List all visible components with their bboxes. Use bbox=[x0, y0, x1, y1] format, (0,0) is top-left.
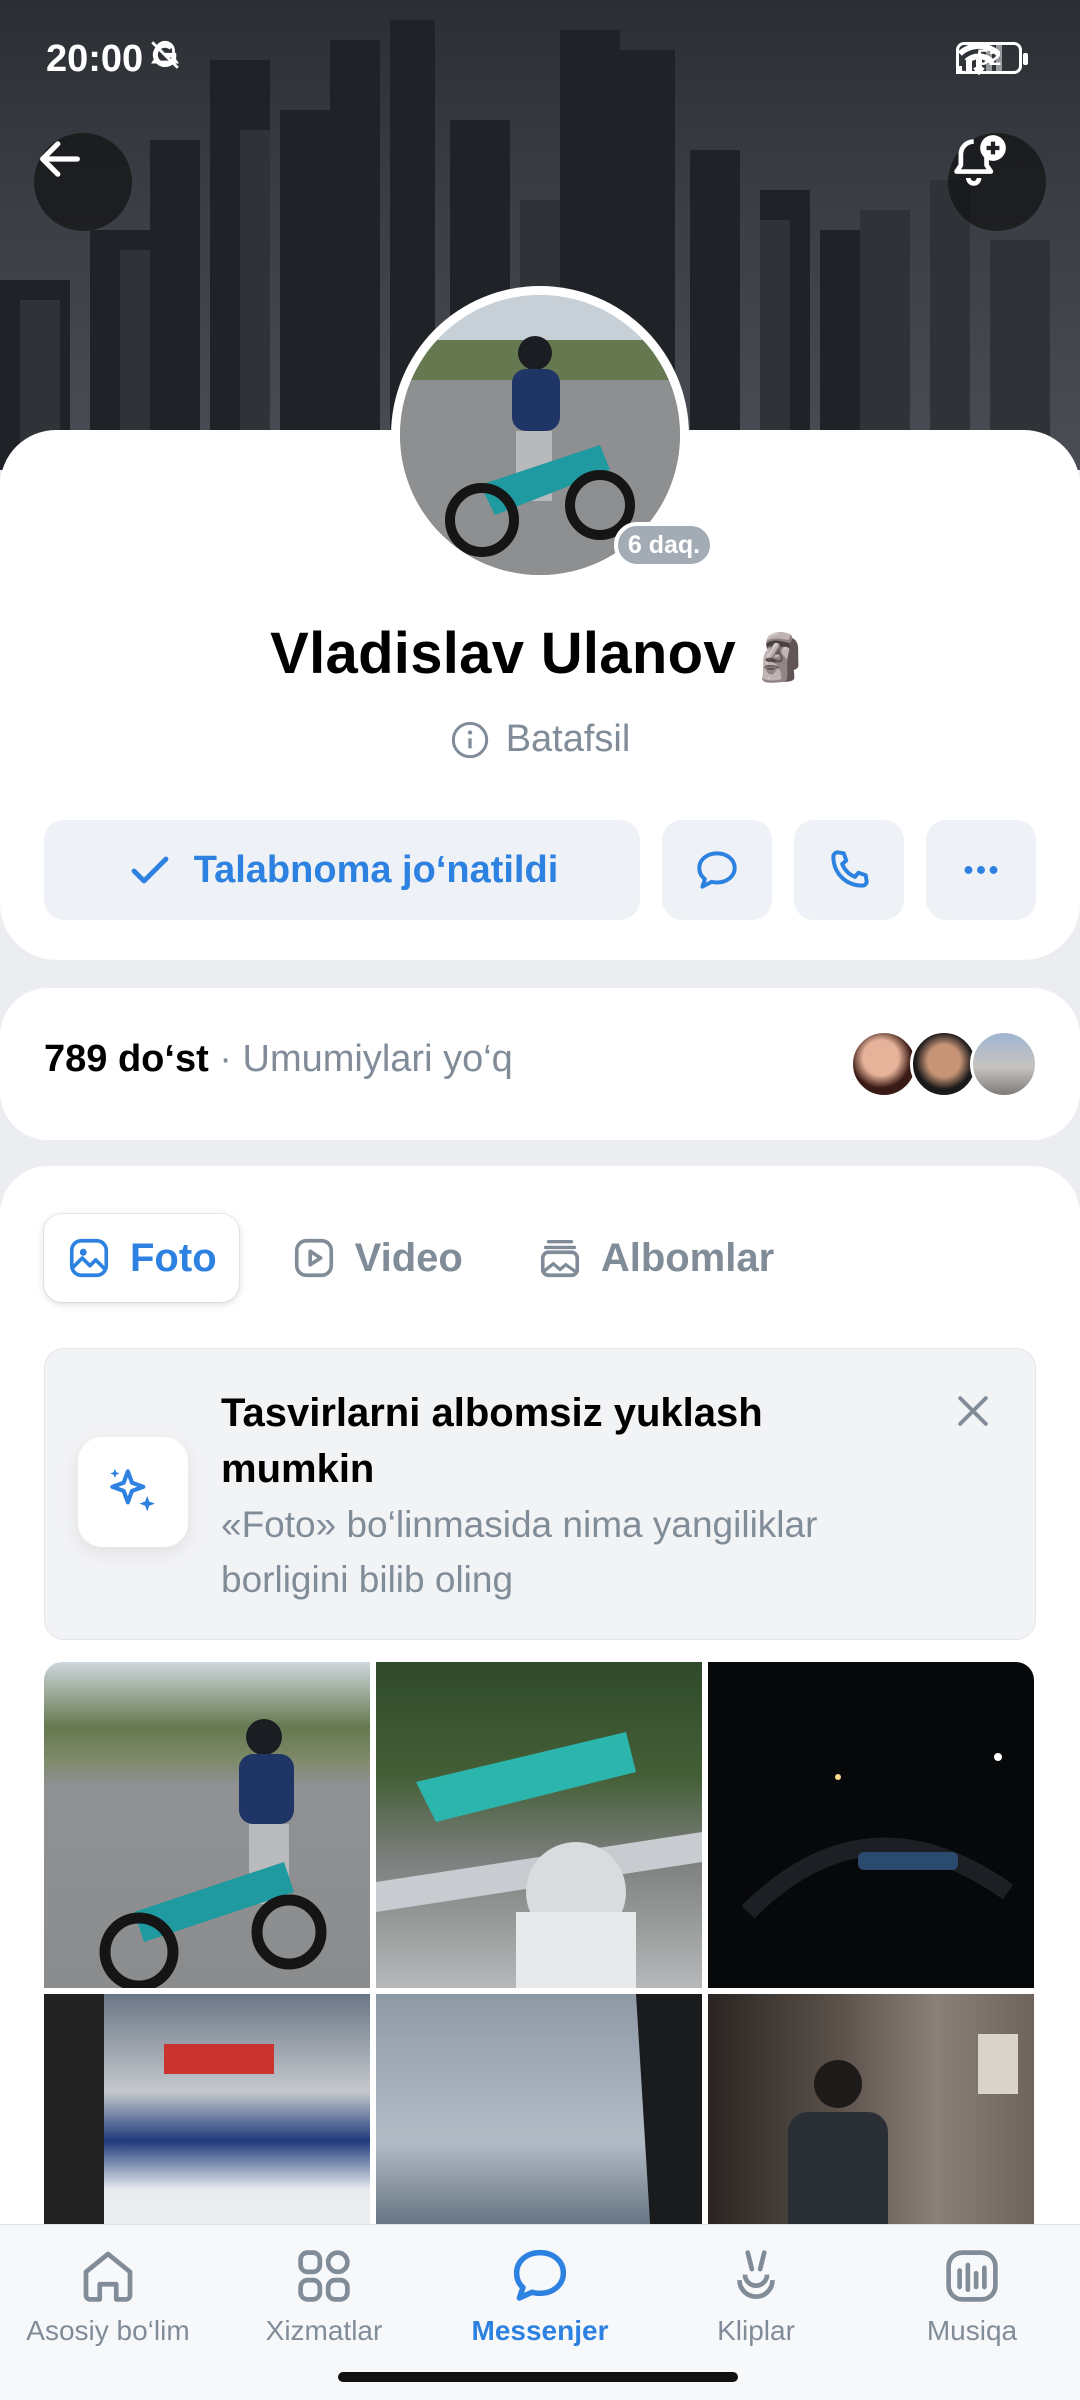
nav-music-label: Musiqa bbox=[926, 2315, 1018, 2346]
photo-thumbnail[interactable] bbox=[708, 1662, 1034, 1988]
battery-indicator: 52 bbox=[956, 42, 1028, 74]
more-icon bbox=[964, 866, 998, 874]
arrow-left-icon bbox=[40, 141, 80, 177]
nav-services[interactable]: Xizmatlar bbox=[216, 2243, 432, 2347]
status-time: 20:00 bbox=[46, 38, 144, 80]
clips-icon bbox=[737, 2250, 775, 2299]
night-car-photo bbox=[741, 1753, 1014, 1919]
google-icon bbox=[152, 42, 177, 68]
profile-name-emoji: 🗿 bbox=[752, 631, 810, 683]
status-bar: 20:00 52 bbox=[0, 0, 1080, 120]
promo-close-button[interactable] bbox=[951, 1389, 995, 1438]
photo-icon bbox=[69, 1238, 109, 1278]
call-button[interactable] bbox=[794, 820, 904, 920]
nav-messenger-label: Messenjer bbox=[471, 2315, 609, 2346]
friend-avatar bbox=[850, 1030, 918, 1098]
phone-icon bbox=[831, 850, 869, 888]
mutual-friends-label: Umumiylari yo‘q bbox=[242, 1038, 513, 1080]
sparkles-icon bbox=[110, 1468, 155, 1512]
tab-photo-label: Foto bbox=[130, 1235, 217, 1280]
media-card: Foto Video Albomlar Tasvirlarni albomsiz… bbox=[0, 1166, 1080, 2400]
motorbike-photo bbox=[99, 1719, 327, 1988]
services-icon bbox=[298, 2250, 350, 2302]
message-icon bbox=[697, 851, 737, 889]
friends-summary: 789 do‘st · Umumiylari yo‘q bbox=[44, 1038, 513, 1081]
profile-actions: Talabnoma jo‘natildi bbox=[44, 820, 1036, 920]
video-icon bbox=[294, 1238, 333, 1278]
info-icon bbox=[451, 721, 488, 758]
promo-title: Tasvirlarni albomsiz yuklash mumkin bbox=[221, 1391, 763, 1491]
nav-music[interactable]: Musiqa bbox=[864, 2243, 1080, 2347]
nav-clips[interactable]: Kliplar bbox=[648, 2243, 864, 2347]
profile-name: Vladislav Ulanov 🗿 bbox=[0, 620, 1080, 687]
back-button[interactable] bbox=[34, 133, 132, 231]
friend-avatars bbox=[850, 1030, 1038, 1098]
albums-icon bbox=[540, 1239, 579, 1278]
close-icon bbox=[958, 1396, 988, 1426]
friends-card[interactable]: 789 do‘st · Umumiylari yo‘q bbox=[0, 988, 1080, 1140]
home-icon bbox=[83, 2251, 133, 2302]
nav-clips-label: Kliplar bbox=[717, 2315, 795, 2346]
message-button[interactable] bbox=[662, 820, 772, 920]
nav-messenger[interactable]: Messenjer bbox=[432, 2243, 648, 2347]
promo-icon-tile bbox=[78, 1437, 188, 1547]
nav-home[interactable]: Asosiy bo‘lim bbox=[0, 2243, 216, 2347]
home-indicator[interactable] bbox=[338, 2372, 738, 2382]
tab-albums[interactable]: Albomlar bbox=[515, 1214, 796, 1302]
more-button[interactable] bbox=[926, 820, 1036, 920]
promo-banner[interactable]: Tasvirlarni albomsiz yuklash mumkin «Fot… bbox=[44, 1348, 1036, 1640]
check-icon bbox=[131, 856, 169, 884]
profile-name-text: Vladislav Ulanov bbox=[270, 621, 736, 686]
friends-separator: · bbox=[219, 1038, 232, 1080]
photo-thumbnail[interactable] bbox=[376, 1662, 702, 1988]
tab-photo[interactable]: Foto bbox=[44, 1214, 239, 1302]
media-tabs: Foto Video Albomlar bbox=[44, 1214, 796, 1302]
photo-grid bbox=[44, 1662, 1038, 2320]
details-label: Batafsil bbox=[505, 718, 631, 760]
friend-request-label: Talabnoma jo‘natildi bbox=[193, 848, 559, 891]
subscribe-notifications-button[interactable] bbox=[948, 133, 1046, 231]
motorbike-closeup-photo bbox=[376, 1732, 702, 1988]
tab-albums-label: Albomlar bbox=[600, 1235, 775, 1280]
tab-video[interactable]: Video bbox=[269, 1214, 485, 1302]
friend-request-sent-button[interactable]: Talabnoma jo‘natildi bbox=[44, 820, 640, 920]
friends-count: 789 do‘st bbox=[44, 1038, 209, 1080]
nav-home-label: Asosiy bo‘lim bbox=[26, 2315, 190, 2346]
online-time-badge: 6 daq. bbox=[614, 522, 714, 568]
music-icon bbox=[946, 2250, 998, 2302]
photo-thumbnail[interactable] bbox=[44, 1662, 370, 1988]
tab-video-label: Video bbox=[354, 1235, 463, 1280]
messenger-icon bbox=[513, 2249, 567, 2301]
friend-avatar bbox=[910, 1030, 978, 1098]
promo-subtitle: «Foto» bo‘linmasida nima yangiliklar bor… bbox=[221, 1504, 818, 1600]
details-link[interactable]: Batafsil bbox=[0, 718, 1080, 761]
friend-avatar bbox=[970, 1030, 1038, 1098]
nav-services-label: Xizmatlar bbox=[265, 2315, 383, 2346]
bell-plus-icon bbox=[954, 135, 1006, 186]
